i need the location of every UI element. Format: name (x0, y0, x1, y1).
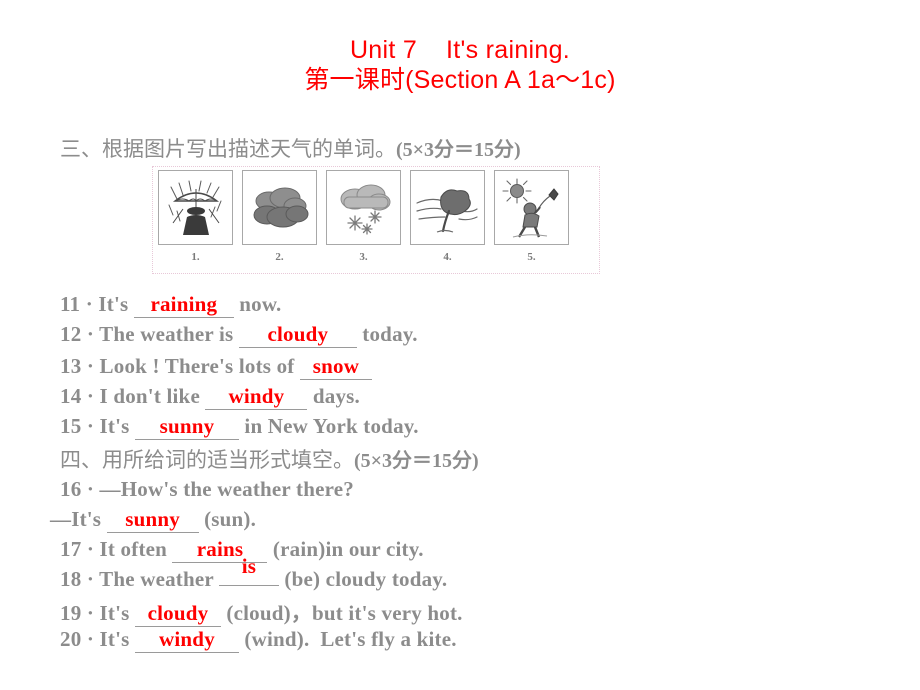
q20-number: 20 (60, 627, 82, 651)
question-13: 13 · Look ! There's lots of snow (60, 354, 372, 380)
q20-after: (wind). Let's fly a kite. (238, 627, 457, 651)
q20-before: It's (99, 627, 135, 651)
cloud-snowflakes-icon (326, 170, 401, 245)
q19-after: (cloud)，but it's very hot. (220, 601, 463, 625)
q17-after: (rain)in our city. (267, 537, 424, 561)
title-line-2: 第一课时(Section A 1a～1c) (304, 65, 616, 94)
q17-before: It often (99, 537, 173, 561)
q18-answer-blank[interactable]: is (218, 554, 279, 592)
q16-before: —How's the weather there? (99, 477, 354, 501)
picture-cell-2: 2. (241, 170, 318, 263)
q18-after: (be) cloudy today. (278, 567, 448, 591)
q12-answer-blank[interactable]: cloudy (238, 322, 357, 348)
q14-answer-blank[interactable]: windy (205, 384, 308, 410)
question-19: 19 · It's cloudy (cloud)，but it's very h… (60, 601, 463, 627)
q11-after: now. (233, 292, 282, 316)
question-16-answer-line: —It's sunny (sun). (50, 507, 256, 533)
q13-before: Look ! There's lots of (99, 354, 300, 378)
section-heading-four: 四、用所给词的适当形式填空。(5×3分＝15分) (60, 444, 479, 474)
section-four-text: 四、用所给词的适当形式填空。 (60, 449, 354, 472)
question-15: 15 · It's sunny in New York today. (60, 414, 419, 440)
question-16: 16 · —How's the weather there? (60, 477, 354, 501)
q13-number: 13 (60, 354, 82, 378)
q15-before: It's (99, 414, 135, 438)
picture-label: 4. (443, 251, 452, 263)
question-18: 18 · The weather is (be) cloudy today. (60, 554, 448, 592)
section-heading-three: 三、根据图片写出描述天气的单词。(5×3分＝15分) (60, 133, 521, 163)
q14-before: I don't like (99, 384, 206, 408)
picture-cell-3: 3. (325, 170, 402, 263)
q19-before: It's (99, 601, 135, 625)
picture-cell-1: 1. (157, 170, 234, 263)
picture-cell-5: 5. (493, 170, 570, 263)
section-three-score: (5×3分＝15分) (396, 139, 521, 161)
clouds-icon (242, 170, 317, 245)
q16b-after: (sun). (198, 507, 257, 531)
q16-answer-blank[interactable]: sunny (106, 507, 199, 533)
q11-number: 11 (60, 292, 81, 316)
q15-after: in New York today. (238, 414, 419, 438)
q18-answer-text: is (241, 554, 257, 578)
picture-label: 1. (191, 251, 200, 263)
q11-before: It's (98, 292, 134, 316)
q12-after: today. (356, 322, 418, 346)
q11-answer-blank[interactable]: raining (133, 292, 234, 318)
worksheet-page: Unit 7 It's raining. 第一课时(Section A 1a～1… (0, 0, 920, 690)
q15-number: 15 (60, 414, 82, 438)
picture-label: 2. (275, 251, 284, 263)
q13-answer-blank[interactable]: snow (299, 354, 372, 380)
title-line-1: Unit 7 It's raining. (349, 36, 571, 64)
sun-kite-child-icon (494, 170, 569, 245)
q17-number: 17 (60, 537, 82, 561)
question-11: 11 · It's raining now. (60, 292, 282, 318)
page-title: Unit 7 It's raining. 第一课时(Section A 1a～1… (0, 36, 920, 95)
question-12: 12 · The weather is cloudy today. (60, 322, 418, 348)
q12-before: The weather is (99, 322, 239, 346)
q20-answer-blank[interactable]: windy (134, 627, 239, 653)
q15-answer-blank[interactable]: sunny (134, 414, 239, 440)
picture-strip: 1. 2. 3. 4. 5. (157, 170, 570, 263)
question-14: 14 · I don't like windy days. (60, 384, 360, 410)
q14-number: 14 (60, 384, 82, 408)
windy-tree-icon (410, 170, 485, 245)
question-20: 20 · It's windy (wind). Let's fly a kite… (60, 627, 457, 653)
q12-number: 12 (60, 322, 82, 346)
q19-number: 19 (60, 601, 82, 625)
q18-before: The weather (99, 567, 219, 591)
section-three-text: 三、根据图片写出描述天气的单词。 (60, 138, 396, 161)
section-four-score: (5×3分＝15分) (354, 450, 479, 472)
q14-after: days. (307, 384, 360, 408)
picture-label: 3. (359, 251, 368, 263)
q16b-before: —It's (50, 507, 107, 531)
q18-number: 18 (60, 567, 82, 591)
rain-person-umbrella-icon (158, 170, 233, 245)
q16-number: 16 (60, 477, 82, 501)
picture-label: 5. (527, 251, 536, 263)
q19-answer-blank[interactable]: cloudy (134, 601, 221, 627)
picture-cell-4: 4. (409, 170, 486, 263)
